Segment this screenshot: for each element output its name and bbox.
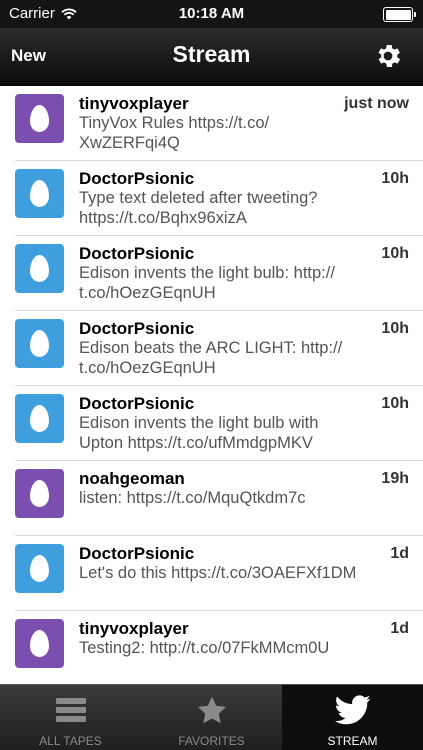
tweet-row[interactable]: DoctorPsionic 10h Edison beats the ARC LIG… (0, 311, 423, 386)
tweet-time: 1d (390, 545, 409, 562)
tweet-row[interactable]: tinyvoxplayer 1d Testing2: http://t.co/07F… (0, 611, 423, 684)
tweet-text: Edison beats the ARC LIGHT: http:// t.co… (79, 339, 343, 377)
star-icon (197, 696, 226, 723)
tab-bar: ALL TAPES FAVORITES STREAM (0, 684, 423, 750)
avatar[interactable] (15, 94, 64, 143)
tweet-time: just now (344, 95, 409, 112)
default-egg-icon (30, 105, 49, 132)
tweet-author: DoctorPsionic (79, 319, 195, 338)
tweet-row[interactable]: tinyvoxplayer just now TinyVox Rules https… (0, 86, 423, 161)
default-egg-icon (30, 405, 49, 432)
default-egg-icon (30, 180, 49, 207)
list-icon (55, 698, 86, 722)
avatar[interactable] (15, 619, 64, 668)
default-egg-icon (30, 630, 49, 657)
default-egg-icon (30, 555, 49, 582)
gear-icon[interactable] (373, 41, 403, 71)
tweet-text: Testing2: http://t.co/07FkMMcm0U (79, 639, 330, 657)
tweet-time: 10h (381, 170, 409, 187)
tab-label: STREAM (327, 734, 378, 748)
avatar[interactable] (15, 169, 64, 218)
tweet-time: 1d (390, 620, 409, 637)
tweet-row[interactable]: DoctorPsionic 10h Edison invents the light… (0, 386, 423, 461)
tweet-row[interactable]: DoctorPsionic 10h Type text deleted after … (0, 161, 423, 236)
tab-label: ALL TAPES (39, 734, 102, 748)
navigation-bar: New Stream (0, 28, 423, 86)
page-title: Stream (172, 41, 251, 67)
twitter-bird-icon (334, 695, 370, 725)
tweet-row[interactable]: noahgeoman 19h listen: https://t.co/MquQtk… (0, 461, 423, 536)
default-egg-icon (30, 255, 49, 282)
default-egg-icon (30, 330, 49, 357)
tweet-text: Let's do this https://t.co/3OAEFXf1DM (79, 564, 357, 582)
avatar[interactable] (15, 544, 64, 593)
tab-all-tapes[interactable]: ALL TAPES (0, 685, 141, 750)
avatar[interactable] (15, 319, 64, 368)
tweet-row[interactable]: DoctorPsionic 10h Edison invents the light… (0, 236, 423, 311)
tab-stream[interactable]: STREAM (282, 685, 423, 750)
tab-label: FAVORITES (178, 734, 245, 748)
avatar[interactable] (15, 469, 64, 518)
tweet-time: 10h (381, 320, 409, 337)
default-egg-icon (30, 480, 49, 507)
tweet-author: DoctorPsionic (79, 394, 195, 413)
tweet-text: Edison invents the light bulb with Upton… (79, 414, 319, 452)
tweet-author: noahgeoman (79, 469, 185, 488)
tweet-text: Edison invents the light bulb: http:// t… (79, 264, 335, 302)
battery-icon (383, 7, 416, 22)
avatar[interactable] (15, 244, 64, 293)
tweet-text: TinyVox Rules https://t.co/ XwZERFqi4Q (79, 114, 270, 152)
tweet-author: DoctorPsionic (79, 244, 195, 263)
tab-favorites[interactable]: FAVORITES (141, 685, 282, 750)
avatar[interactable] (15, 394, 64, 443)
tweet-text: listen: https://t.co/MquQtkdm7c (79, 489, 306, 507)
tweet-time: 10h (381, 245, 409, 262)
tweet-time: 10h (381, 395, 409, 412)
tweet-author: DoctorPsionic (79, 169, 195, 188)
clock: 10:18 AM (178, 5, 245, 22)
tweet-time: 19h (381, 470, 409, 487)
tweet-author: DoctorPsionic (79, 544, 195, 563)
status-bar: Carrier 10:18 AM (0, 0, 423, 28)
tweet-author: tinyvoxplayer (79, 94, 189, 113)
tweet-author: tinyvoxplayer (79, 619, 189, 638)
tweet-text: Type text deleted after tweeting? https:… (79, 189, 318, 227)
tweet-list[interactable]: tinyvoxplayer just now TinyVox Rules https… (0, 86, 423, 684)
tweet-row[interactable]: DoctorPsionic 1d Let's do this https://t.c… (0, 536, 423, 611)
